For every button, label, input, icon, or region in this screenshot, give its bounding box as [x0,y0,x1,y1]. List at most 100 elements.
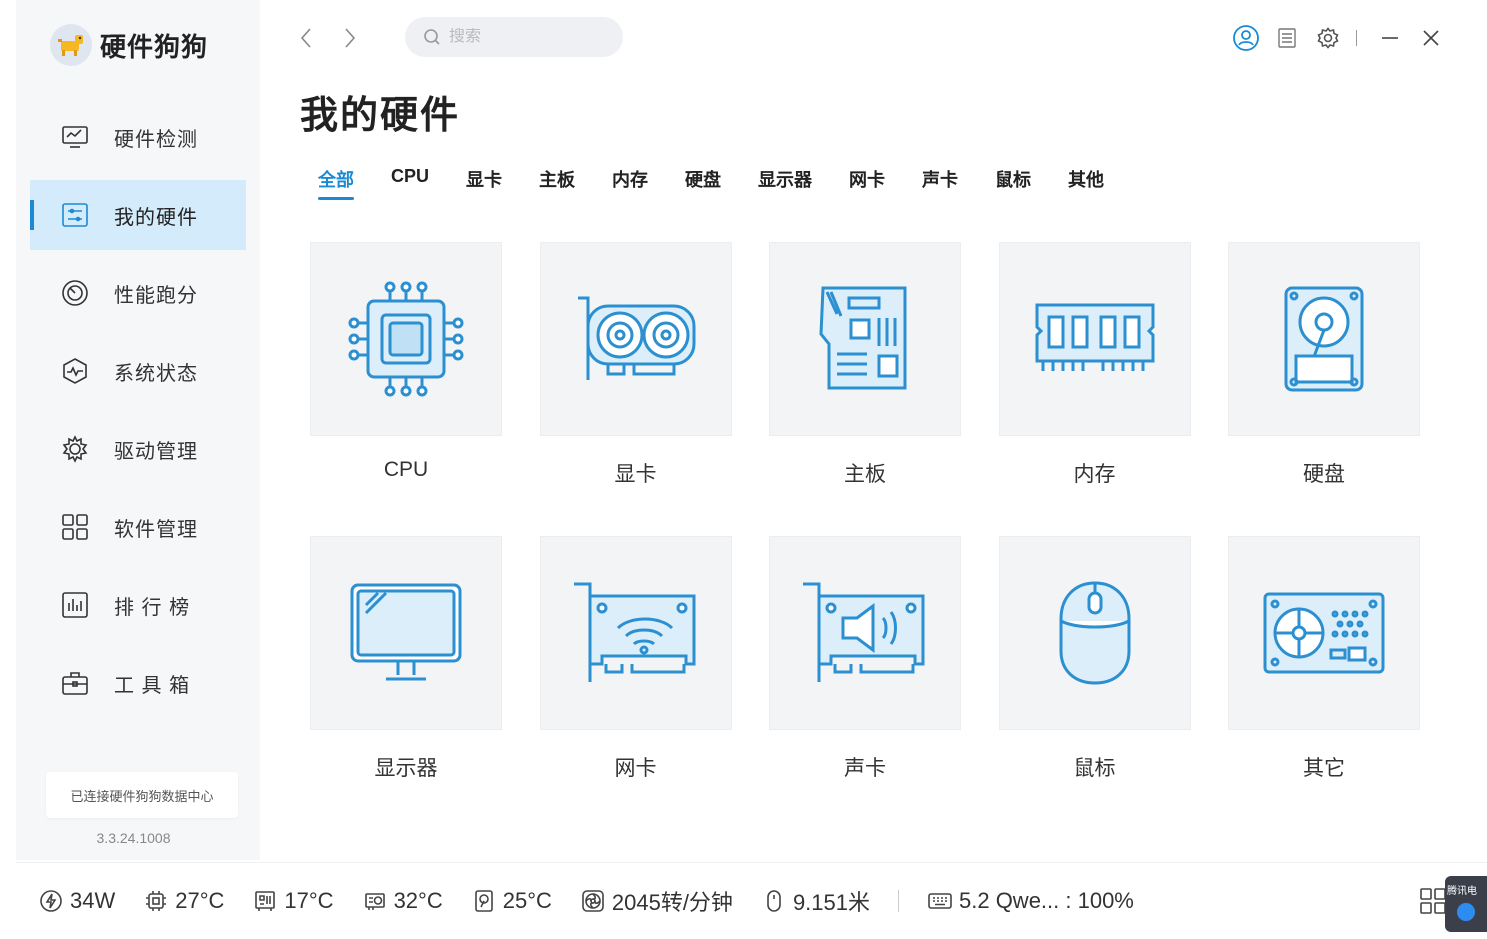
stat-value: 32°C [393,888,443,913]
sidebar-item-label: 硬件检测 [114,128,198,151]
notification-popup[interactable]: 腾讯电 [1445,876,1487,932]
gpu-small-icon [362,888,388,914]
sidebar-item-my-hardware[interactable]: 我的硬件 [30,180,246,250]
card-tile [1228,536,1420,730]
card-tile [769,242,961,436]
card-tile [998,536,1191,730]
notification-app-icon [1457,903,1475,921]
sidebar-item-system-status[interactable]: 系统状态 [30,336,246,406]
minimize-icon[interactable] [1374,22,1406,54]
tab-graphics[interactable]: 显卡 [466,166,502,200]
chevron-right-icon [345,28,356,48]
card-label: 鼠标 [1073,757,1116,780]
window-controls [1221,22,1447,54]
sidebar-item-software-manage[interactable]: 软件管理 [30,492,246,562]
network-card-icon [573,582,695,682]
sidebar-nav: 硬件检测 我的硬件 性能跑分 系统状态 驱动管理 软件管理 排 行 榜 工 具 … [30,102,246,726]
close-icon[interactable] [1415,22,1447,54]
card-tile [539,242,732,436]
app-window: 硬件狗狗 硬件检测 我的硬件 性能跑分 系统状态 驱动管理 软件管理 排 行 榜… [0,0,1487,939]
stat-mouse-distance: 9.151米 [761,885,870,917]
tab-mouse[interactable]: 鼠标 [995,166,1031,200]
app-name: 硬件狗狗 [100,31,209,62]
card-label: 其它 [1303,757,1345,780]
settings-icon[interactable] [1312,22,1344,54]
monitor-icon [350,583,462,681]
dog-logo-icon [50,24,92,66]
search-box[interactable] [405,17,623,57]
bar-chart-icon [60,590,90,620]
hardware-card-monitor[interactable]: 显示器 [310,536,502,830]
hardware-card-mouse[interactable]: 鼠标 [998,536,1191,830]
card-label: 主板 [844,463,886,486]
hardware-card-memory[interactable]: 内存 [998,242,1191,536]
tab-motherboard[interactable]: 主板 [539,166,575,200]
forward-button[interactable] [338,26,362,50]
stat-disk-temp: 25°C [471,888,552,914]
status-divider [898,890,899,912]
hardware-card-other[interactable]: 其它 [1228,536,1420,830]
tab-sound[interactable]: 声卡 [922,166,958,200]
hardware-card-graphics[interactable]: 显卡 [539,242,732,536]
app-grid-icon [60,512,90,542]
power-bolt-icon [38,888,64,914]
sidebar-item-hardware-detect[interactable]: 硬件检测 [30,102,246,172]
chip-icon [143,888,169,914]
sidebar-item-label: 排 行 榜 [114,596,191,619]
hardware-card-sound[interactable]: 声卡 [769,536,961,830]
tab-other[interactable]: 其他 [1068,166,1104,200]
sidebar-item-label: 工 具 箱 [114,674,191,697]
stat-board-temp: 17°C [252,888,334,914]
mouse-small-icon [761,888,787,914]
status-bar: 34W 27°C 17°C 32°C 25°C 2045转/分钟 9.151米 … [16,862,1487,939]
sidebar-item-label: 我的硬件 [114,206,198,229]
tab-disk[interactable]: 硬盘 [685,166,721,200]
tab-cpu[interactable]: CPU [391,166,429,200]
app-version: 3.3.24.1008 [96,830,171,846]
card-label: CPU [383,458,429,481]
user-avatar-icon[interactable] [1230,22,1262,54]
card-tile [769,536,961,730]
tab-all[interactable]: 全部 [318,166,354,200]
gear-icon [60,434,90,464]
keyboard-icon [927,888,953,914]
sidebar-item-benchmark[interactable]: 性能跑分 [30,258,246,328]
disk-small-icon [471,888,497,914]
sidebar: 硬件狗狗 硬件检测 我的硬件 性能跑分 系统状态 驱动管理 软件管理 排 行 榜… [16,0,260,860]
other-device-icon [1263,592,1385,674]
stat-fan-speed: 2045转/分钟 [580,885,733,917]
card-tile [539,536,732,730]
stat-value: 17°C [284,888,334,913]
hardware-card-disk[interactable]: 硬盘 [1228,242,1420,536]
stat-value: 34W [70,888,116,913]
hardware-card-network[interactable]: 网卡 [539,536,732,830]
toolbox-icon [60,668,90,698]
stat-power: 34W [38,888,115,914]
sidebar-item-toolbox[interactable]: 工 具 箱 [30,648,246,718]
hardware-card-motherboard[interactable]: 主板 [769,242,961,536]
back-button[interactable] [294,26,318,50]
chevron-left-icon [300,28,311,48]
tab-monitor[interactable]: 显示器 [758,166,812,200]
card-tile [310,242,502,436]
tab-network[interactable]: 网卡 [849,166,885,200]
speedometer-icon [60,278,90,308]
stat-value: 5.2 Qwe... : 100% [959,888,1134,913]
motherboard-small-icon [252,888,278,914]
search-input[interactable] [449,28,599,46]
card-label: 声卡 [844,757,886,780]
sidebar-item-driver-manage[interactable]: 驱动管理 [30,414,246,484]
mouse-icon [1059,581,1130,685]
sound-card-icon [803,582,925,682]
document-icon[interactable] [1271,22,1303,54]
sidebar-item-ranking[interactable]: 排 行 榜 [30,570,246,640]
stat-value: 25°C [502,888,552,913]
hardware-card-cpu[interactable]: CPU [310,242,502,536]
card-label: 显卡 [614,463,657,486]
page-title: 我的硬件 [300,95,461,137]
tab-memory[interactable]: 内存 [612,166,648,200]
card-label: 显示器 [374,757,438,780]
monitor-chart-icon [60,122,90,152]
layout-grid-icon[interactable] [1419,887,1447,920]
sidebar-item-label: 系统状态 [114,362,198,385]
